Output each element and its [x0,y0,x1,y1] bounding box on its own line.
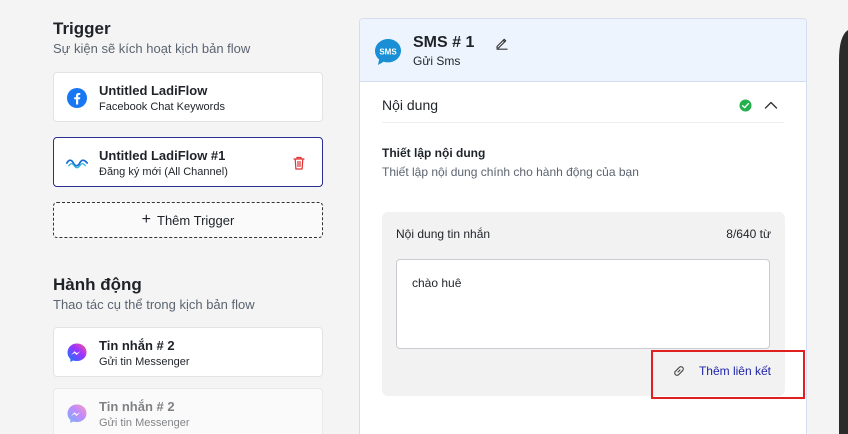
messenger-icon [67,343,87,362]
trigger-section-subtitle: Sự kiện sẽ kích hoạt kịch bản flow [53,41,251,56]
highlight-box [651,350,805,399]
plus-icon: + [141,211,152,228]
actions-section-title: Hành động [53,275,142,294]
trigger-desc: Đăng ký mới (All Channel) [99,166,228,178]
trigger-card-ladiflow[interactable]: Untitled LadiFlow #1 Đăng ký mới (All Ch… [53,137,323,187]
trash-icon[interactable] [292,155,306,171]
actions-section-subtitle: Thao tác cụ thể trong kịch bản flow [53,297,255,312]
setup-title: Thiết lập nội dung [382,146,486,160]
action-card-messenger[interactable]: Tin nhắn # 2 Gửi tin Messenger [53,327,323,377]
messenger-icon [67,404,87,423]
section-divider [382,122,784,123]
facebook-icon [67,88,87,108]
trigger-section-title: Trigger [53,19,111,38]
add-trigger-button[interactable]: + Thêm Trigger [53,202,323,238]
trigger-card-facebook[interactable]: Untitled LadiFlow Facebook Chat Keywords [53,72,323,122]
trigger-desc: Facebook Chat Keywords [99,101,225,113]
chevron-up-icon[interactable] [764,99,778,111]
panel-title: SMS # 1 [413,34,475,51]
action-name: Tin nhắn # 2 [99,399,175,414]
content-section-title[interactable]: Nội dung [382,97,438,113]
ladiflow-icon [66,159,88,169]
scrollbar-edge [839,0,848,434]
check-circle-icon [739,99,752,112]
word-count: 8/640 từ [726,227,771,241]
action-name: Tin nhắn # 2 [99,338,175,353]
sms-icon: SMS [375,39,401,65]
message-textarea[interactable]: chào huê [396,259,770,349]
action-card-messenger[interactable]: Tin nhắn # 2 Gửi tin Messenger [53,388,323,434]
setup-subtitle: Thiết lập nội dung chính cho hành động c… [382,165,639,179]
message-label: Nội dung tin nhắn [396,227,491,241]
action-desc: Gửi tin Messenger [99,356,190,368]
action-desc: Gửi tin Messenger [99,417,190,429]
trigger-name: Untitled LadiFlow #1 [99,148,226,163]
sms-icon-text: SMS [379,48,397,57]
trigger-name: Untitled LadiFlow [99,83,208,98]
panel-header: SMS SMS # 1 Gửi Sms [360,19,806,82]
edit-icon[interactable] [495,36,509,50]
panel-subtitle: Gửi Sms [413,54,461,68]
add-trigger-label: Thêm Trigger [157,212,235,228]
